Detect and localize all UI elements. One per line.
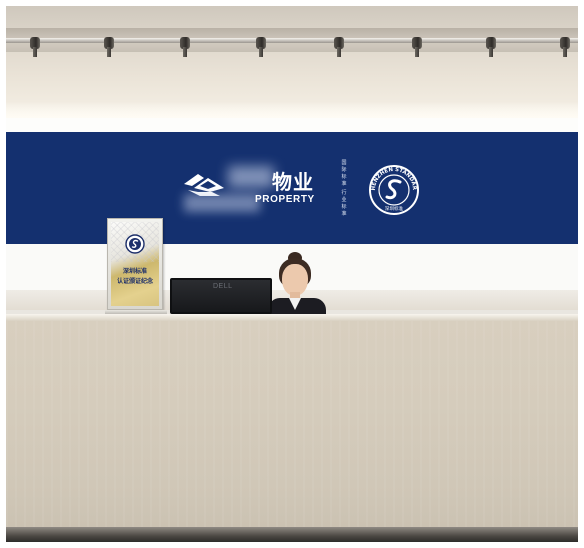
certification-sign: 深圳标准 认证颁证纪念: [105, 218, 167, 320]
svg-text:SHENZHEN STANDARD: SHENZHEN STANDARD: [368, 164, 417, 191]
receptionist: [268, 252, 326, 316]
reception-photo: 物业 PROPERTY 国际标准 行业标准 SHENZHEN STANDARD …: [6, 6, 578, 542]
brand-chinese: 物业: [272, 172, 314, 194]
computer-monitor: DELL: [170, 278, 272, 318]
blurred-company-name: [228, 166, 274, 188]
sign-line-1: 深圳标准: [122, 269, 147, 275]
spotlight: [332, 33, 346, 57]
spotlight: [484, 33, 498, 57]
seal-arc-text: SHENZHEN STANDARD: [368, 164, 417, 191]
counter-texture: [6, 321, 578, 527]
spotlight: [558, 33, 572, 57]
vertical-text-2: 行业标准: [341, 190, 347, 217]
sign-card: 深圳标准 认证颁证纪念: [111, 222, 159, 306]
sign-line-2: 认证颁证纪念: [116, 279, 153, 285]
spotlight: [102, 33, 116, 57]
monitor-brand: DELL: [213, 283, 233, 290]
spotlight: [28, 33, 42, 57]
floor-skirting: [6, 527, 578, 542]
spotlight: [410, 33, 424, 57]
sign-seal-icon: [125, 234, 145, 254]
vertical-text-1: 国际标准: [341, 160, 347, 187]
monitor-screen: DELL: [170, 278, 272, 314]
spotlight: [254, 33, 268, 57]
spotlight: [178, 33, 192, 57]
shenzhen-standard-seal-icon: SHENZHEN STANDARD 深圳标准: [368, 164, 419, 215]
counter-top: [6, 314, 578, 321]
wall-upper: [6, 118, 578, 132]
blurred-company-name: [184, 194, 260, 212]
brand-english: PROPERTY: [255, 194, 315, 205]
company-banner: 物业 PROPERTY 国际标准 行业标准 SHENZHEN STANDARD …: [6, 132, 578, 244]
seal-bottom-text: 深圳标准: [385, 205, 404, 212]
